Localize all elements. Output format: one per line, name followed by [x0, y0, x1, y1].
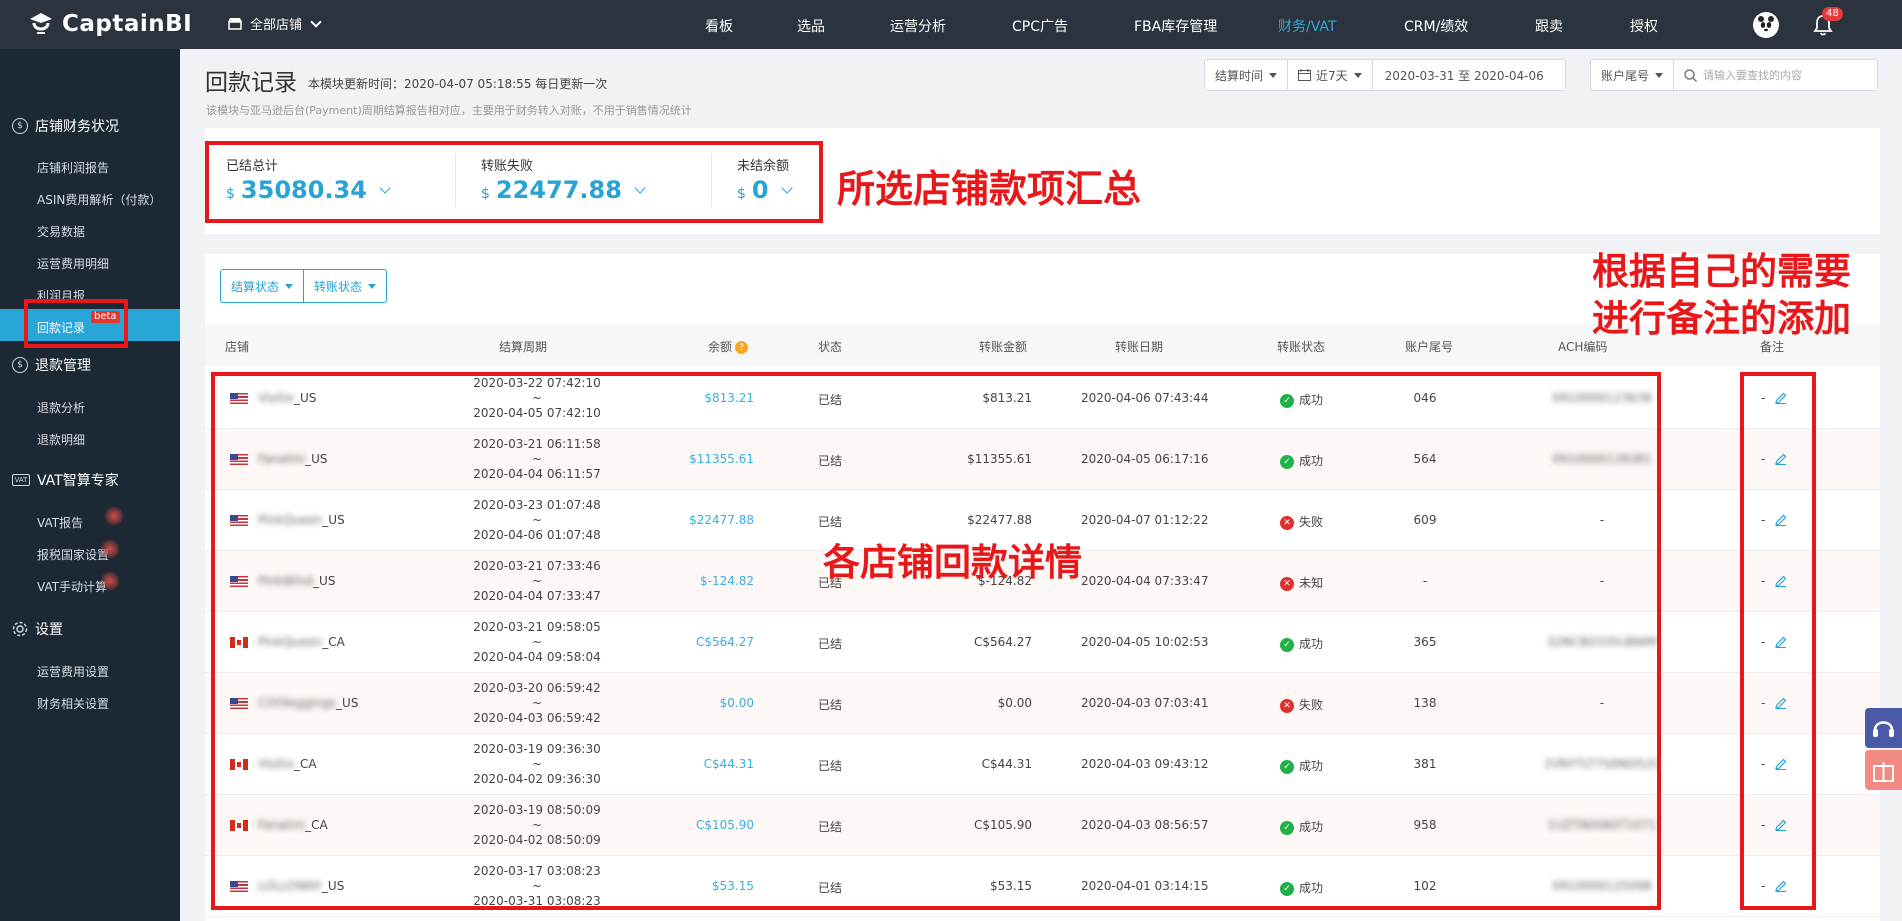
- calendar-icon: [1298, 69, 1312, 81]
- range-preset-select[interactable]: 近7天: [1288, 60, 1373, 90]
- store-selector[interactable]: 全部店铺: [228, 14, 322, 33]
- caret-down-icon: [1269, 72, 1278, 78]
- settle-status-label: 结算状态: [231, 279, 280, 294]
- col-transfer-status: 转账状态: [1277, 340, 1326, 354]
- caret-down-icon: [285, 283, 294, 289]
- nav-crm[interactable]: CRM/绩效: [1404, 16, 1468, 36]
- sidebar-item-asin-fees[interactable]: ASIN费用解析（付款）: [37, 191, 161, 208]
- sidebar-item-tax-country[interactable]: 报税国家设置: [37, 546, 109, 563]
- page-description: 该模块与亚马逊后台(Payment)周期结算报告相对应，主要用于财务转入对账，不…: [206, 104, 692, 117]
- search-input[interactable]: 请输入要查找的内容: [1674, 60, 1877, 90]
- col-settle-period: 结算周期: [499, 340, 548, 354]
- sidebar-item-refund-details[interactable]: 退款明细: [37, 431, 85, 448]
- sidebar-item-transactions[interactable]: 交易数据: [37, 223, 85, 240]
- nav-finance-vat[interactable]: 财务/VAT: [1278, 16, 1336, 36]
- headset-icon: [1873, 721, 1894, 737]
- sidebar-section-label: 设置: [35, 622, 63, 638]
- nav-product-selection[interactable]: 选品: [797, 16, 825, 36]
- sidebar-item-refund-analysis[interactable]: 退款分析: [37, 399, 85, 416]
- new-indicator-dot: [100, 571, 120, 591]
- annotation-notes-line1: 根据自己的需要: [1592, 250, 1851, 293]
- update-info: 本模块更新时间：2020-04-07 05:18:55 每日更新一次: [308, 77, 608, 91]
- col-account-tail: 账户尾号: [1405, 340, 1454, 354]
- range-preset-label: 近7天: [1316, 68, 1348, 83]
- top-nav-bar: CaptainBI 全部店铺 看板 选品 运营分析 CPC广告 FBA库存管理 …: [0, 0, 1902, 49]
- nav-authorization[interactable]: 授权: [1630, 16, 1658, 36]
- new-indicator-dot: [100, 539, 120, 559]
- gift-icon: [1873, 762, 1894, 782]
- sidebar-section-refunds[interactable]: $ 退款管理: [12, 355, 91, 375]
- dollar-icon: $: [12, 118, 28, 134]
- col-status: 状态: [818, 340, 843, 354]
- sidebar-item-vat-report[interactable]: VAT报告: [37, 514, 83, 531]
- sidebar-section-settings[interactable]: 设置: [12, 619, 63, 639]
- annotation-notes-line2: 进行备注的添加: [1592, 297, 1851, 340]
- annotation-summary-text: 所选店铺款项汇总: [837, 167, 1142, 211]
- date-range-value: 2020-03-31 至 2020-04-06: [1384, 68, 1544, 83]
- annotation-box-details: [211, 372, 1661, 910]
- search-icon: [1684, 68, 1698, 82]
- page-title: 回款记录: [205, 70, 297, 96]
- sidebar-section-label: 退款管理: [35, 358, 91, 374]
- sidebar-section-label: VAT智算专家: [37, 473, 119, 489]
- col-store: 店铺: [225, 340, 250, 354]
- sidebar: $ 店铺财务状况 店铺利润报告 ASIN费用解析（付款） 交易数据 运营费用明细…: [0, 49, 180, 921]
- nav-operation-analysis[interactable]: 运营分析: [890, 16, 946, 36]
- nav-dashboard[interactable]: 看板: [705, 16, 733, 36]
- customer-service-button[interactable]: [1865, 708, 1902, 748]
- gear-icon: [12, 621, 28, 637]
- caret-down-icon: [1655, 72, 1664, 78]
- new-indicator-dot: [104, 506, 124, 526]
- settle-status-filter[interactable]: 结算状态: [221, 270, 305, 302]
- panda-avatar-icon: [1754, 13, 1778, 37]
- caret-down-icon: [368, 283, 377, 289]
- notification-badge: 48: [1822, 7, 1843, 21]
- table-status-filters: 结算状态 转账状态: [220, 269, 388, 303]
- annotation-box-summary: [205, 141, 823, 223]
- refund-icon: $: [12, 357, 28, 373]
- transfer-status-label: 转账状态: [314, 279, 363, 294]
- store-icon: [228, 17, 242, 30]
- sidebar-item-operating-costs[interactable]: 运营费用明细: [37, 255, 109, 272]
- sidebar-section-finance[interactable]: $ 店铺财务状况: [12, 116, 119, 136]
- captain-logo-icon: [30, 13, 52, 34]
- vat-icon: VAT: [12, 474, 30, 486]
- col-transfer-date: 转账日期: [1115, 340, 1164, 354]
- transfer-status-filter[interactable]: 转账状态: [304, 270, 386, 302]
- nav-cpc-ads[interactable]: CPC广告: [1012, 16, 1068, 36]
- logo-text: CaptainBI: [62, 11, 193, 37]
- search-placeholder: 请输入要查找的内容: [1703, 69, 1803, 82]
- sidebar-item-vat-calc[interactable]: VAT手动计算: [37, 578, 107, 595]
- logo[interactable]: CaptainBI: [26, 8, 192, 40]
- sidebar-section-vat[interactable]: VAT VAT智算专家: [12, 470, 119, 490]
- account-field-label: 账户尾号: [1601, 68, 1650, 83]
- sidebar-item-profit-report[interactable]: 店铺利润报告: [37, 159, 109, 176]
- col-balance: 余额?: [708, 338, 749, 355]
- col-balance-label: 余额: [708, 340, 733, 354]
- help-icon[interactable]: ?: [735, 341, 749, 354]
- caret-down-icon: [1353, 72, 1362, 78]
- nav-fba-inventory[interactable]: FBA库存管理: [1134, 16, 1217, 36]
- annotation-details-text: 各店铺回款详情: [823, 541, 1082, 584]
- date-range-input[interactable]: 2020-03-31 至 2020-04-06: [1373, 60, 1556, 90]
- date-filter-group: 结算时间 近7天 2020-03-31 至 2020-04-06: [1204, 59, 1566, 91]
- gift-button[interactable]: [1865, 750, 1902, 790]
- annotation-box-sidebar: [24, 299, 128, 348]
- time-type-label: 结算时间: [1215, 68, 1264, 83]
- user-avatar[interactable]: [1753, 12, 1779, 38]
- sidebar-item-cost-settings[interactable]: 运营费用设置: [37, 663, 109, 680]
- time-type-select[interactable]: 结算时间: [1205, 60, 1289, 90]
- nav-follow-sell[interactable]: 跟卖: [1535, 16, 1563, 36]
- sidebar-section-label: 店铺财务状况: [35, 119, 119, 135]
- chevron-down-icon: [310, 15, 322, 28]
- col-transfer-amount: 转账金额: [979, 340, 1028, 354]
- search-filter-group: 账户尾号 请输入要查找的内容: [1590, 59, 1878, 91]
- annotation-box-notes: [1740, 372, 1816, 910]
- store-selector-label: 全部店铺: [250, 18, 303, 33]
- sidebar-item-finance-settings[interactable]: 财务相关设置: [37, 695, 109, 712]
- account-field-select[interactable]: 账户尾号: [1591, 60, 1675, 90]
